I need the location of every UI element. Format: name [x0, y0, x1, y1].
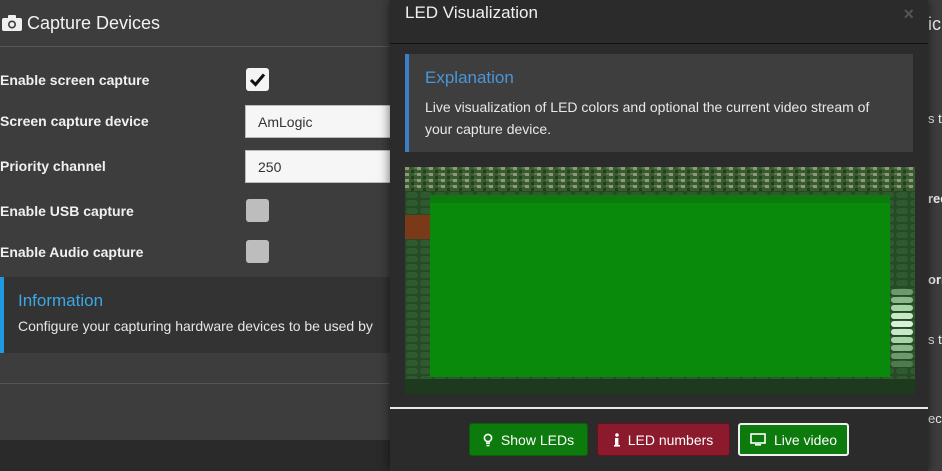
camera-icon — [2, 15, 22, 31]
lightbulb-icon — [483, 433, 493, 446]
explanation-title: Explanation — [425, 68, 514, 87]
row-enable-audio-capture: Enable Audio capture — [0, 238, 390, 268]
close-icon[interactable]: × — [903, 4, 914, 25]
information-title: Information — [18, 291, 104, 310]
explanation-callout: Explanation Live visualization of LED co… — [405, 54, 913, 152]
modal-footer-divider — [390, 407, 928, 409]
right-fragment-1: s t — [928, 111, 942, 126]
capture-devices-panel: Capture Devices Enable screen capture Sc… — [0, 0, 395, 440]
row-priority-channel: Priority channel 250 — [0, 150, 395, 183]
panel-header: Capture Devices — [0, 0, 390, 47]
modal-header: LED Visualization × — [390, 0, 928, 44]
modal-title: LED Visualization — [405, 3, 538, 22]
explanation-text: Live visualization of LED colors and opt… — [425, 99, 870, 137]
show-leds-button[interactable]: Show LEDs — [469, 423, 588, 456]
panel-divider — [0, 383, 390, 384]
checkmark-icon — [249, 73, 266, 87]
enable-usb-capture-checkbox[interactable] — [246, 199, 269, 222]
info-icon — [613, 432, 620, 447]
live-video-label: Live video — [773, 431, 838, 448]
led-preview-graphic — [405, 167, 915, 394]
screen-capture-device-select[interactable]: AmLogic — [245, 105, 395, 138]
label-priority-channel: Priority channel — [0, 158, 106, 174]
enable-screen-capture-checkbox[interactable] — [246, 68, 269, 91]
row-enable-screen-capture: Enable screen capture — [0, 66, 390, 96]
row-enable-usb-capture: Enable USB capture — [0, 197, 390, 227]
enable-audio-capture-checkbox[interactable] — [246, 240, 269, 263]
led-visualization-modal: LED Visualization × Explanation Live vis… — [390, 0, 928, 471]
row-screen-capture-device: Screen capture device AmLogic — [0, 105, 395, 138]
right-fragment-3: ori — [928, 272, 942, 287]
panel-title: Capture Devices — [27, 12, 161, 33]
led-numbers-button[interactable]: LED numbers — [597, 423, 730, 456]
right-fragment-4: s t — [928, 332, 942, 347]
monitor-icon — [750, 433, 766, 446]
label-enable-audio-capture: Enable Audio capture — [0, 244, 144, 260]
led-visualization-canvas — [405, 167, 915, 394]
information-text: Configure your capturing hardware device… — [18, 318, 373, 334]
led-numbers-label: LED numbers — [627, 431, 714, 448]
information-callout: Information Configure your capturing har… — [0, 277, 390, 353]
show-leds-label: Show LEDs — [500, 431, 575, 448]
label-screen-capture-device: Screen capture device — [0, 113, 149, 129]
live-video-button[interactable]: Live video — [738, 423, 849, 456]
label-enable-usb-capture: Enable USB capture — [0, 203, 134, 219]
right-panel-title-fragment: ic — [928, 14, 941, 34]
right-fragment-5: ec — [928, 411, 942, 426]
right-fragment-2: ree — [928, 191, 942, 206]
priority-channel-input[interactable]: 250 — [245, 150, 395, 183]
label-enable-screen-capture: Enable screen capture — [0, 72, 150, 88]
